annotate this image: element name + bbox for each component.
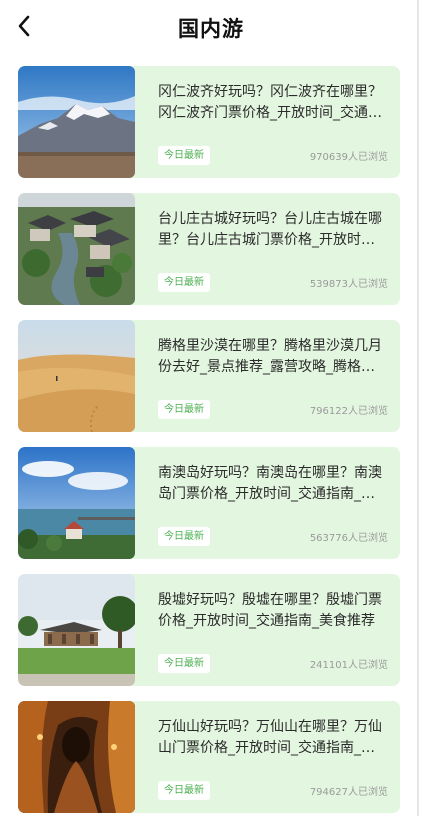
article-card[interactable]: 腾格里沙漠在哪里？腾格里沙漠几月份去好_景点推荐_露营攻略_腾格里沙漠旅游攻略 … (18, 320, 400, 432)
article-thumbnail (18, 447, 135, 559)
article-title: 腾格里沙漠在哪里？腾格里沙漠几月份去好_景点推荐_露营攻略_腾格里沙漠旅游攻略 (158, 338, 382, 375)
article-card[interactable]: 万仙山好玩吗？万仙山在哪里？万仙山门票价格_开放时间_交通指南_美食推荐 今日最… (18, 701, 400, 813)
article-title: 殷墟好玩吗？殷墟在哪里？殷墟门票价格_开放时间_交通指南_美食推荐 (158, 592, 382, 629)
article-title: 冈仁波齐好玩吗？冈仁波齐在哪里？冈仁波齐门票价格_开放时间_交通指南_美食推荐 (158, 84, 382, 121)
latest-badge: 今日最新 (158, 146, 210, 165)
article-card[interactable]: 冈仁波齐好玩吗？冈仁波齐在哪里？冈仁波齐门票价格_开放时间_交通指南_美食推荐 … (18, 66, 400, 178)
view-count: 539873人已浏览 (309, 279, 388, 290)
view-count: 794627人已浏览 (309, 787, 388, 798)
view-count: 796122人已浏览 (309, 406, 388, 417)
latest-badge: 今日最新 (158, 400, 210, 419)
article-card[interactable]: 台儿庄古城好玩吗？台儿庄古城在哪里？台儿庄古城门票价格_开放时间_交通指南 今日… (18, 193, 400, 305)
view-count: 241101人已浏览 (309, 660, 388, 671)
article-thumbnail (18, 320, 135, 432)
article-card[interactable]: 殷墟好玩吗？殷墟在哪里？殷墟门票价格_开放时间_交通指南_美食推荐 今日最新 2… (18, 574, 400, 686)
latest-badge: 今日最新 (158, 654, 210, 673)
article-thumbnail (18, 66, 135, 178)
article-thumbnail (18, 193, 135, 305)
article-thumbnail (18, 574, 135, 686)
scrollbar (417, 0, 419, 816)
article-title: 南澳岛好玩吗？南澳岛在哪里？南澳岛门票价格_开放时间_交通指南_美食推荐 (158, 465, 382, 502)
article-title: 台儿庄古城好玩吗？台儿庄古城在哪里？台儿庄古城门票价格_开放时间_交通指南 (158, 211, 382, 248)
view-count: 563776人已浏览 (309, 533, 388, 544)
latest-badge: 今日最新 (158, 273, 210, 292)
header-bar: 国内游 (0, 0, 422, 56)
article-title: 万仙山好玩吗？万仙山在哪里？万仙山门票价格_开放时间_交通指南_美食推荐 (158, 719, 382, 756)
article-thumbnail (18, 701, 135, 813)
page-title: 国内游 (178, 17, 244, 41)
latest-badge: 今日最新 (158, 527, 210, 546)
latest-badge: 今日最新 (158, 781, 210, 800)
view-count: 970639人已浏览 (309, 152, 388, 163)
article-card[interactable]: 南澳岛好玩吗？南澳岛在哪里？南澳岛门票价格_开放时间_交通指南_美食推荐 今日最… (18, 447, 400, 559)
